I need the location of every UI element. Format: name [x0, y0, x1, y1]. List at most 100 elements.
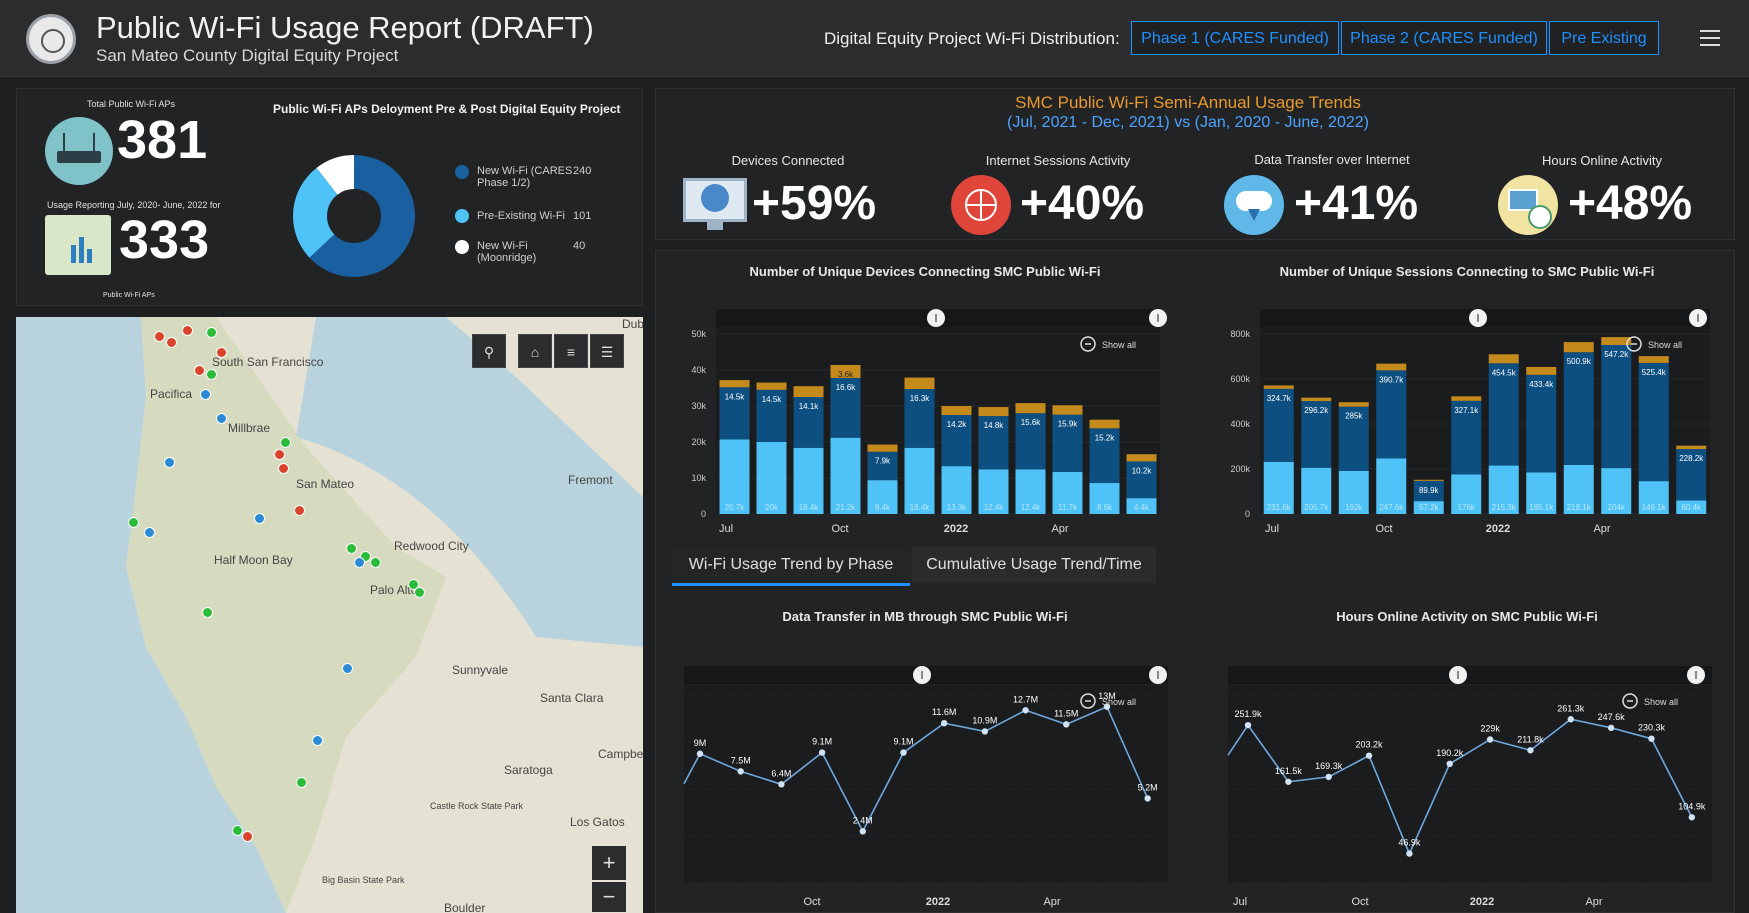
x-tick-label: Apr [1051, 523, 1068, 535]
phase2-button[interactable]: Phase 2 (CARES Funded) [1341, 21, 1547, 55]
y-tick-label: 200k [1230, 464, 1250, 474]
data-point [778, 781, 785, 788]
bar-data-label: 60.4k [1681, 503, 1702, 512]
legend-swatch [455, 165, 469, 179]
phase1-button[interactable]: Phase 1 (CARES Funded) [1131, 21, 1339, 55]
tab-cumulative-usage[interactable]: Cumulative Usage Trend/Time [912, 547, 1156, 583]
zoom-out-button[interactable]: − [592, 882, 626, 912]
data-point [1244, 721, 1252, 729]
point-data-label: 203.2k [1356, 740, 1384, 750]
map-pin-blue[interactable] [200, 389, 211, 400]
map-pin-blue[interactable] [354, 557, 365, 568]
map-pin-red[interactable] [216, 347, 227, 358]
show-all-label[interactable]: Show all [1648, 340, 1682, 350]
show-all-label[interactable]: Show all [1102, 697, 1136, 707]
data-point [1022, 707, 1029, 714]
bar-data-label: 433.4k [1529, 380, 1554, 389]
chart-title-hours: Hours Online Activity on SMC Public Wi-F… [1336, 609, 1598, 624]
tab-usage-by-phase[interactable]: Wi-Fi Usage Trend by Phase [672, 547, 910, 586]
map-layers-icon[interactable]: ☰ [590, 334, 624, 368]
map-pin-blue[interactable] [216, 413, 227, 424]
x-tick-label: Apr [1593, 523, 1610, 535]
bar-data-label: 18.4k [799, 503, 820, 512]
page-subtitle: San Mateo County Digital Equity Project [96, 46, 399, 65]
cloud-download-icon [1224, 175, 1284, 235]
wifi-locations-map[interactable]: South San Francisco Pacifica Millbrae Sa… [16, 317, 643, 913]
bar-segment [1563, 342, 1594, 353]
bar-segment [719, 380, 750, 388]
point-data-label: 9.1M [893, 737, 913, 747]
deployment-donut-chart [293, 155, 415, 277]
bar-data-label: 15.6k [1021, 418, 1042, 427]
bar-data-label: 89.9k [1419, 486, 1440, 495]
map-pin-green[interactable] [346, 543, 357, 554]
map-pin-green[interactable] [128, 517, 139, 528]
chart-title-data-transfer: Data Transfer in MB through SMC Public W… [782, 609, 1068, 624]
map-pin-green[interactable] [280, 437, 291, 448]
map-pin-blue[interactable] [164, 457, 175, 468]
point-data-label: 12.7M [1013, 694, 1038, 704]
map-pin-red[interactable] [166, 337, 177, 348]
plot-area [684, 685, 1168, 883]
clock-icon [1498, 175, 1558, 235]
map-pin-blue[interactable] [144, 527, 155, 538]
bar-data-label: 146.1k [1642, 503, 1667, 512]
map-pin-green[interactable] [414, 587, 425, 598]
summary-panel: Total Public Wi-Fi APs 381 Usage Reporti… [16, 88, 643, 306]
map-pin-blue[interactable] [254, 513, 265, 524]
kpi-label-devices: Devices Connected [731, 153, 845, 168]
bar-data-label: 13.3k [947, 503, 968, 512]
trends-subtitle: (Jul, 2021 - Dec, 2021) vs (Jan, 2020 - … [1007, 114, 1369, 131]
bar-data-label: 500.9k [1567, 357, 1592, 366]
data-point [1144, 795, 1151, 802]
y-tick-label: 0 [701, 509, 706, 519]
bar-data-label: 228.2k [1679, 454, 1704, 463]
bar-data-label: 176k [1458, 503, 1476, 512]
map-search-icon[interactable]: ⚲ [472, 334, 506, 368]
point-data-label: 169.3k [1315, 761, 1343, 771]
report-chart-icon [45, 215, 111, 275]
show-all-label[interactable]: Show all [1644, 697, 1678, 707]
data-point [1527, 747, 1534, 754]
data-point [1446, 760, 1453, 768]
map-legend-icon[interactable]: ≡ [554, 334, 588, 368]
bar-data-label: 185.1k [1529, 503, 1554, 512]
point-data-label: 247.6k [1598, 712, 1626, 722]
bar-data-label: 9.4k [875, 503, 891, 512]
map-pin-blue[interactable] [312, 735, 323, 746]
data-point [1365, 752, 1373, 759]
map-home-icon[interactable]: ⌂ [518, 334, 552, 368]
y-tick-label: 600k [1230, 374, 1250, 384]
map-pin-blue[interactable] [342, 663, 353, 674]
y-tick-label: 400k [1230, 419, 1250, 429]
point-data-label: 229k [1480, 723, 1500, 733]
chart-title-sessions: Number of Unique Sessions Connecting to … [1279, 264, 1655, 279]
map-pin-red[interactable] [278, 463, 289, 474]
hamburger-menu-icon[interactable] [1700, 30, 1720, 46]
map-pin-green[interactable] [206, 327, 217, 338]
bar-data-label: 20.7k [725, 503, 746, 512]
map-pin-green[interactable] [370, 557, 381, 568]
map-pin-red[interactable] [194, 365, 205, 376]
map-pin-red[interactable] [242, 831, 253, 842]
bar-data-label: 16.3k [910, 394, 931, 403]
map-pin-red[interactable] [274, 449, 285, 460]
zoom-in-button[interactable]: + [592, 846, 626, 880]
bar-data-label: 247.6k [1379, 503, 1404, 512]
map-pin-red[interactable] [182, 325, 193, 336]
map-pin-red[interactable] [154, 331, 165, 342]
bar-segment [1638, 356, 1669, 363]
bar-segment [1301, 397, 1332, 402]
data-point [900, 749, 907, 756]
map-pin-green[interactable] [206, 369, 217, 380]
x-tick-label: Oct [1375, 523, 1392, 535]
map-pin-green[interactable] [202, 607, 213, 618]
data-transfer-line-chart: 9M 7.5M 6.4M 9.1M 2.4M 9.1M 11.6M 10.9M 12.7M 11.… [683, 666, 1168, 908]
map-pin-red[interactable] [294, 505, 305, 516]
show-all-label[interactable]: Show all [1102, 340, 1136, 350]
bar-data-label: 3.6k [838, 370, 854, 379]
data-point [737, 768, 744, 775]
map-pin-green[interactable] [296, 777, 307, 788]
bar-data-label: 205.7k [1304, 503, 1329, 512]
pre-existing-button[interactable]: Pre Existing [1549, 21, 1659, 55]
